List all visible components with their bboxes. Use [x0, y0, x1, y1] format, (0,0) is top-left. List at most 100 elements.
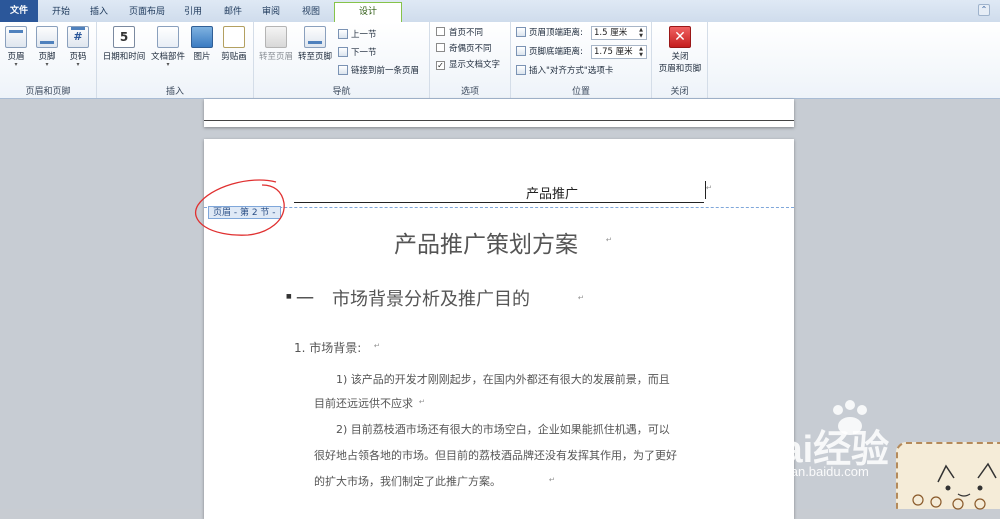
cat-sticker-image: [896, 442, 1000, 510]
footer-distance-value: 1.75 厘米: [594, 47, 633, 57]
goto-header-icon: [265, 26, 287, 48]
next-section-button[interactable]: 下一节: [338, 46, 377, 60]
different-odd-even-checkbox[interactable]: 奇偶页不同: [436, 42, 492, 56]
picture-button[interactable]: 图片: [189, 26, 215, 62]
group-close: ✕ 关闭 页眉和页脚 关闭: [652, 22, 708, 98]
different-first-page-checkbox[interactable]: 首页不同: [436, 26, 483, 40]
para1-line2[interactable]: 目前还远远供不应求: [314, 395, 413, 411]
paragraph-mark: ↵: [706, 183, 713, 192]
tab-mailings[interactable]: 邮件: [216, 3, 250, 21]
next-section-label: 下一节: [351, 48, 377, 58]
tab-insert[interactable]: 插入: [82, 3, 116, 21]
picture-icon: [191, 26, 213, 48]
paragraph-mark: ↵: [578, 293, 585, 302]
clip-art-button[interactable]: 剪贴画: [218, 26, 250, 62]
list-item-1[interactable]: 1. 市场背景:: [294, 339, 361, 356]
goto-footer-icon: [304, 26, 326, 48]
show-document-text-label: 显示文档文字: [449, 60, 501, 70]
close-label-secondary: 页眉和页脚: [658, 64, 702, 74]
clip-art-icon: [223, 26, 245, 48]
header-icon: [5, 26, 27, 48]
next-icon: [338, 47, 348, 57]
header-text[interactable]: 产品推广: [526, 183, 578, 202]
date-time-button[interactable]: 5 日期和时间: [100, 26, 148, 62]
tab-file[interactable]: 文件: [0, 0, 38, 22]
tab-review[interactable]: 审阅: [254, 3, 288, 21]
header-distance-label: 页眉顶端距离:: [529, 28, 583, 38]
header-distance-input[interactable]: 1.5 厘米 ▲ ▼: [591, 26, 647, 40]
group-label: 导航: [332, 87, 351, 97]
link-to-previous-button[interactable]: 链接到前一条页眉: [338, 64, 419, 78]
checkmark-icon: ✓: [436, 61, 445, 70]
paragraph-mark: ↵: [549, 475, 556, 484]
group-position: 页眉顶端距离: 1.5 厘米 ▲ ▼ 页脚底端距离: 1.75 厘米 ▲ ▼ 插入"对齐…: [511, 22, 652, 98]
goto-footer-label: 转至页脚: [297, 52, 332, 62]
group-label: 关闭: [670, 87, 689, 97]
para2-line2[interactable]: 很好地占领各地的市场。但目前的荔枝酒品牌还没有发挥其作用，为了更好: [314, 447, 677, 463]
link-icon: [338, 65, 348, 75]
goto-footer-button[interactable]: 转至页脚: [296, 26, 334, 62]
chevron-up-icon[interactable]: ⌃: [978, 4, 990, 16]
show-document-text-checkbox[interactable]: ✓ 显示文档文字: [436, 58, 500, 72]
ribbon-tab-bar: 文件 开始 插入 页面布局 引用 邮件 审阅 视图 设计 ⌃: [0, 0, 1000, 23]
page-number-button[interactable]: # 页码 ▾: [64, 26, 92, 68]
tab-page-layout[interactable]: 页面布局: [122, 3, 172, 21]
header-position-icon: [516, 27, 526, 37]
dropdown-arrow-icon: ▾: [14, 61, 18, 68]
group-navigation: 转至页眉 转至页脚 上一节 下一节 链接到前一条页眉 导航: [254, 22, 430, 98]
link-to-previous-label: 链接到前一条页眉: [351, 66, 420, 76]
different-odd-even-label: 奇偶页不同: [449, 44, 492, 54]
quick-parts-icon: [157, 26, 179, 48]
dropdown-arrow-icon: ▾: [76, 61, 80, 68]
spinner-arrows-icon[interactable]: ▲ ▼: [637, 27, 645, 39]
paragraph-mark: ↵: [606, 235, 613, 244]
para2-line1[interactable]: 2) 目前荔枝酒市场还有很大的市场空白，企业如果能抓住机遇，可以: [336, 421, 670, 437]
footer-distance-input[interactable]: 1.75 厘米 ▲ ▼: [591, 45, 647, 59]
insert-alignment-tab-label: 插入"对齐方式"选项卡: [529, 66, 614, 76]
tab-view[interactable]: 视图: [292, 3, 330, 21]
tab-design[interactable]: 设计: [334, 2, 402, 22]
close-label: 关闭: [671, 52, 689, 62]
ribbon: 页眉 ▾ 页脚 ▾ # 页码 ▾ 页眉和页脚 5 日期和时间 文档部件 ▾ 图片: [0, 22, 1000, 99]
page-number-icon: #: [67, 26, 89, 48]
quick-parts-button[interactable]: 文档部件 ▾: [149, 26, 187, 68]
footer-icon: [36, 26, 58, 48]
checkbox-icon: [436, 43, 445, 52]
para2-line3[interactable]: 的扩大市场，我们制定了此推广方案。: [314, 473, 501, 489]
group-header-footer: 页眉 ▾ 页脚 ▾ # 页码 ▾ 页眉和页脚: [0, 22, 97, 98]
insert-alignment-tab-button[interactable]: 插入"对齐方式"选项卡: [516, 64, 613, 78]
different-first-page-label: 首页不同: [449, 28, 484, 38]
tab-home[interactable]: 开始: [42, 3, 80, 21]
alignment-tab-icon: [516, 65, 526, 75]
header-button[interactable]: 页眉 ▾: [2, 26, 30, 68]
dropdown-arrow-icon: ▾: [45, 61, 49, 68]
group-label: 页眉和页脚: [25, 87, 71, 97]
document-page[interactable]: 产品推广 ↵ 页眉 - 第 2 节 - 产品推广策划方案 ↵ ■ 一 市场背景分…: [195, 139, 794, 519]
goto-header-label: 转至页眉: [258, 52, 293, 62]
heading-1[interactable]: 一 市场背景分析及推广目的: [296, 285, 530, 311]
close-icon: ✕: [669, 26, 691, 48]
paragraph-mark: ↵: [374, 341, 381, 350]
watermark-url: jingyan.baidu.com: [764, 464, 869, 479]
annotation-circle: [195, 179, 285, 236]
document-title[interactable]: 产品推广策划方案: [394, 225, 578, 259]
group-insert: 5 日期和时间 文档部件 ▾ 图片 剪贴画 插入: [97, 22, 254, 98]
previous-section-label: 上一节: [351, 30, 377, 40]
close-header-footer-button[interactable]: ✕ 关闭 页眉和页脚: [654, 26, 706, 74]
footer-distance-label: 页脚底端距离:: [529, 47, 583, 57]
previous-page-bottom: [204, 99, 794, 127]
page-divider: [204, 120, 794, 121]
cat-face-icon: [912, 462, 997, 510]
previous-section-button[interactable]: 上一节: [338, 28, 377, 42]
goto-header-button[interactable]: 转至页眉: [257, 26, 295, 62]
previous-icon: [338, 29, 348, 39]
para1-line1[interactable]: 1) 该产品的开发才刚刚起步，在国内外都还有很大的发展前景，而且: [336, 371, 670, 387]
tab-references[interactable]: 引用: [176, 3, 210, 21]
paragraph-mark: ↵: [419, 397, 426, 406]
picture-label: 图片: [193, 52, 211, 62]
date-time-label: 日期和时间: [102, 52, 146, 62]
footer-button[interactable]: 页脚 ▾: [33, 26, 61, 68]
group-options: 首页不同 奇偶页不同 ✓ 显示文档文字 选项: [430, 22, 511, 98]
bullet-icon: ■: [286, 293, 292, 300]
spinner-arrows-icon[interactable]: ▲ ▼: [637, 46, 645, 58]
